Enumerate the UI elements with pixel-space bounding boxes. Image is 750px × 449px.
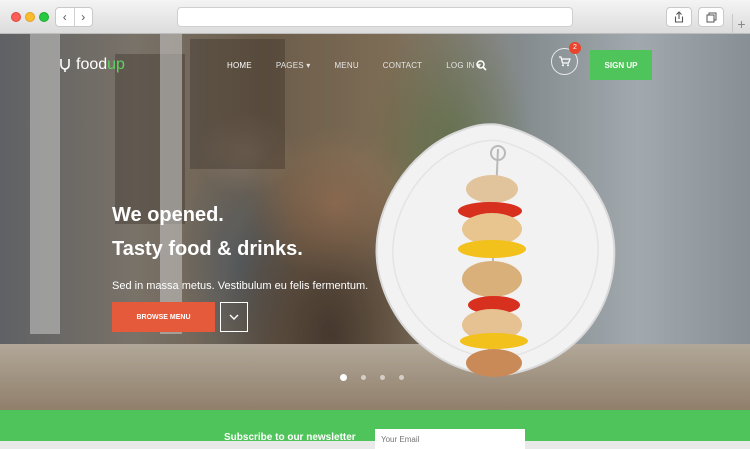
nav-item-pages[interactable]: PAGES ▾: [276, 61, 311, 70]
scroll-down-button[interactable]: [220, 302, 248, 332]
tabs-button[interactable]: [698, 7, 724, 27]
share-button[interactable]: [666, 7, 692, 27]
site-logo[interactable]: foodup: [58, 56, 125, 74]
slider-dot[interactable]: [340, 374, 347, 381]
nav-item-contact[interactable]: CONTACT: [383, 61, 422, 70]
browse-menu-button[interactable]: BROWSE MENU: [112, 302, 215, 332]
hero-headline-1: We opened.: [112, 204, 224, 226]
logo-text: food: [76, 56, 108, 73]
back-icon[interactable]: ‹: [56, 8, 75, 26]
skewer-plate-image: [375, 123, 616, 377]
share-icon: [674, 11, 684, 23]
hero-subtitle: Sed in massa metus. Vestibulum eu felis …: [112, 280, 369, 292]
minimize-window-button[interactable]: [25, 12, 35, 22]
nav-item-menu[interactable]: MENU: [334, 61, 358, 70]
main-navigation: HOME PAGES ▾ MENU CONTACT LOG IN ▾: [227, 61, 505, 70]
sign-up-button[interactable]: SIGN UP: [590, 50, 652, 80]
newsletter-label: Subscribe to our newsletter: [224, 432, 356, 443]
search-icon: [476, 60, 487, 71]
logo-accent-text: up: [107, 56, 125, 73]
nav-item-home[interactable]: HOME: [227, 61, 252, 70]
search-button[interactable]: [476, 58, 487, 76]
slider-dot[interactable]: [380, 375, 385, 380]
tabs-icon: [706, 12, 716, 22]
slider-dot[interactable]: [361, 375, 366, 380]
slider-dots: [340, 374, 404, 381]
browser-toolbar: ‹ › +: [0, 0, 750, 34]
new-tab-button[interactable]: +: [732, 14, 750, 34]
cart-count-badge: 2: [569, 42, 581, 54]
newsletter-email-input[interactable]: [375, 429, 525, 449]
chevron-down-icon: [229, 314, 239, 320]
zoom-window-button[interactable]: [39, 12, 49, 22]
leaf-logo-icon: [60, 59, 70, 72]
slider-dot[interactable]: [399, 375, 404, 380]
cart-icon: [559, 56, 571, 67]
hero-headline-2: Tasty food & drinks.: [112, 238, 303, 260]
address-bar[interactable]: [177, 7, 573, 27]
newsletter-bar: Subscribe to our newsletter: [0, 410, 750, 449]
close-window-button[interactable]: [11, 12, 21, 22]
hero-section: foodup HOME PAGES ▾ MENU CONTACT LOG IN …: [0, 34, 750, 410]
history-nav: ‹ ›: [55, 7, 93, 27]
forward-icon[interactable]: ›: [75, 8, 93, 26]
